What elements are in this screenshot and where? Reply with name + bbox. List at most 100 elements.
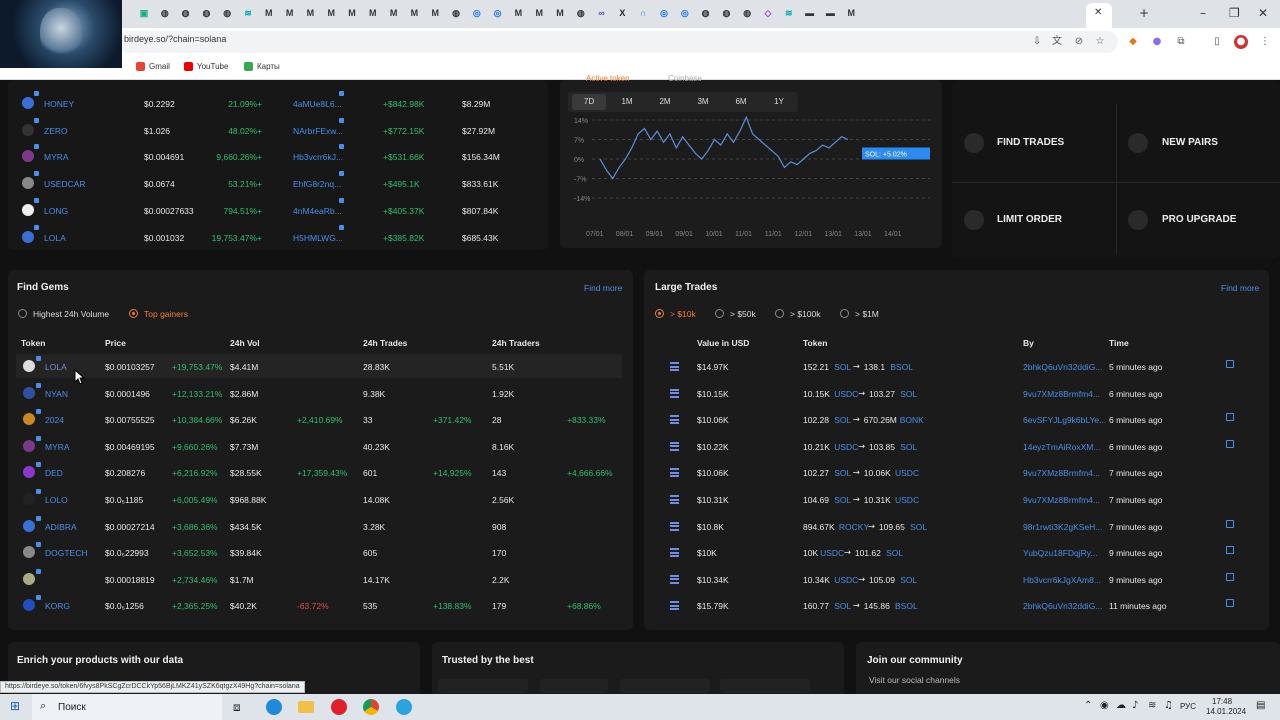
tab-favicon-icon[interactable]: ◍ — [449, 6, 463, 20]
menu-icon[interactable]: ⋮ — [1258, 35, 1272, 49]
trend-token[interactable]: ZERO — [44, 126, 68, 136]
new-pairs-button[interactable]: NEW PAIRS — [1162, 137, 1218, 148]
omnibox[interactable] — [118, 31, 1118, 53]
tab-favicon-icon[interactable]: M — [345, 6, 359, 20]
star-icon[interactable]: ☆ — [1093, 35, 1107, 49]
tab-favicon-icon[interactable]: M — [387, 6, 401, 20]
tab-favicon-icon[interactable]: ◍ — [574, 6, 588, 20]
file-explorer-icon[interactable] — [298, 701, 314, 713]
bookmark-maps[interactable]: Карты — [244, 62, 280, 71]
trend-address[interactable]: NArbrFExw... — [293, 126, 343, 136]
task-view-icon[interactable]: ⧈ — [233, 700, 241, 715]
radio-filter-label[interactable]: > $100k — [790, 309, 821, 319]
gem-token[interactable]: DOGTECH — [45, 548, 88, 558]
timeframe-7d[interactable]: 7D — [572, 94, 606, 110]
puzzle-icon[interactable]: ⧉ — [1174, 35, 1188, 49]
tab-favicon-icon[interactable]: ◍ — [699, 6, 713, 20]
trade-wallet[interactable]: YubQzu18FDqjRy... — [1023, 548, 1098, 558]
gem-token[interactable]: 2024 — [45, 415, 64, 425]
eye-off-icon[interactable]: ⊘ — [1072, 35, 1086, 49]
trade-token-in[interactable]: SOL — [834, 601, 851, 611]
trade-token-in[interactable]: USDC — [834, 442, 858, 452]
bookmark-gmail[interactable]: Gmail — [136, 62, 170, 71]
extension-icon[interactable]: ● — [1150, 35, 1164, 49]
trade-token-in[interactable]: USDC — [834, 575, 858, 585]
tab-favicon-icon[interactable]: ◎ — [491, 6, 505, 20]
gem-token[interactable]: ADIBRA — [45, 522, 77, 532]
trade-token-out[interactable]: SOL — [910, 522, 927, 532]
tray-time[interactable]: 17:48 — [1212, 697, 1232, 706]
trade-token-out[interactable]: BONK — [900, 415, 924, 425]
notifications-icon[interactable]: ▤ — [1256, 700, 1265, 711]
radio-filter-0[interactable] — [655, 309, 664, 318]
tab-favicon-icon[interactable]: M — [428, 6, 442, 20]
trade-token-out[interactable]: USDC — [895, 468, 919, 478]
tray-language[interactable]: РУС — [1180, 702, 1196, 711]
close-window-icon[interactable]: ✕ — [1258, 6, 1268, 20]
tab-favicon-icon[interactable]: ▬ — [803, 6, 817, 20]
radio-filter-label[interactable]: > $50k — [730, 309, 756, 319]
bookmark-youtube[interactable]: YouTube — [184, 62, 228, 71]
radio-filter-label[interactable]: > $1M — [855, 309, 879, 319]
chart-toggle-active-token[interactable]: Active token — [586, 74, 630, 83]
tab-favicon-icon[interactable]: ◎ — [470, 6, 484, 20]
trade-wallet[interactable]: 6evSFYJLg9k6bLYe... — [1023, 415, 1106, 425]
gem-token[interactable]: LOLO — [45, 495, 68, 505]
trade-token-out[interactable]: BSOL — [895, 601, 918, 611]
external-link-icon[interactable] — [1226, 546, 1234, 555]
external-link-icon[interactable] — [1226, 572, 1234, 581]
trade-token-in[interactable]: ROCKY — [839, 522, 869, 532]
trend-address[interactable]: 4aMUe8L6... — [293, 99, 342, 109]
active-tab[interactable]: ✕ — [1086, 3, 1112, 28]
restore-icon[interactable]: ❐ — [1229, 6, 1240, 20]
trade-token-in[interactable]: SOL — [834, 495, 851, 505]
timeframe-2m[interactable]: 2M — [648, 94, 682, 110]
telegram-icon[interactable] — [396, 699, 412, 715]
radio-filter-label[interactable]: > $10k — [670, 309, 696, 319]
external-link-icon[interactable] — [1226, 599, 1234, 608]
trend-token[interactable]: HONEY — [44, 99, 74, 109]
gem-token[interactable]: KORG — [45, 601, 70, 611]
opera-icon[interactable] — [331, 699, 347, 715]
tab-favicon-icon[interactable]: M — [366, 6, 380, 20]
trade-wallet[interactable]: 98r1rwti3K2gKSeH... — [1023, 522, 1102, 532]
chart-toggle-coinbase[interactable]: Coinbase — [668, 74, 702, 83]
tab-favicon-icon[interactable]: ▣ — [137, 6, 151, 20]
trade-token-in[interactable]: USDC — [820, 548, 844, 558]
tray-wifi-icon[interactable]: ≋ — [1148, 700, 1156, 711]
trade-token-out[interactable]: SOL — [886, 548, 903, 558]
trend-token[interactable]: MYRA — [44, 152, 69, 162]
tab-favicon-icon[interactable]: M — [262, 6, 276, 20]
radio-filter-3[interactable] — [840, 309, 849, 318]
translate-icon[interactable]: 文 — [1050, 35, 1064, 49]
find-trades-button[interactable]: FIND TRADES — [997, 137, 1064, 148]
tab-favicon-icon[interactable]: M — [532, 6, 546, 20]
trade-token-in[interactable]: SOL — [834, 415, 851, 425]
tab-favicon-icon[interactable]: M — [844, 6, 858, 20]
tab-favicon-icon[interactable]: ◍ — [179, 6, 193, 20]
large-trades-find-more[interactable]: Find more — [1221, 283, 1259, 293]
tray-cloud-icon[interactable]: ☁ — [1116, 700, 1126, 711]
external-link-icon[interactable] — [1226, 439, 1234, 448]
tab-favicon-icon[interactable]: ∞ — [595, 6, 609, 20]
timeframe-1y[interactable]: 1Y — [762, 94, 796, 110]
trade-token-out[interactable]: SOL — [900, 575, 917, 585]
tab-favicon-icon[interactable]: ◎ — [678, 6, 692, 20]
tab-favicon-icon[interactable]: M — [511, 6, 525, 20]
timeframe-3m[interactable]: 3M — [686, 94, 720, 110]
tab-favicon-icon[interactable]: ▬ — [823, 6, 837, 20]
tab-favicon-icon[interactable]: ◍ — [199, 6, 213, 20]
trend-token[interactable]: LONG — [44, 206, 68, 216]
close-tab-icon[interactable]: ✕ — [1094, 7, 1102, 18]
gem-token[interactable]: LOLA — [45, 362, 67, 372]
trend-address[interactable]: H5HMLWG... — [293, 233, 343, 243]
tray-volume-icon[interactable]: ♫ — [1164, 700, 1173, 711]
taskbar-search[interactable]: ⌕ Поиск — [32, 694, 222, 720]
edge-icon[interactable] — [266, 699, 282, 715]
tab-favicon-icon[interactable]: ◍ — [719, 6, 733, 20]
radio-highest-volume-label[interactable]: Highest 24h Volume — [33, 309, 109, 319]
minimize-icon[interactable]: – — [1200, 6, 1206, 20]
address-url[interactable]: birdeye.so/?chain=solana — [124, 34, 226, 44]
radio-top-gainers[interactable] — [129, 309, 138, 318]
tab-favicon-icon[interactable]: M — [553, 6, 567, 20]
